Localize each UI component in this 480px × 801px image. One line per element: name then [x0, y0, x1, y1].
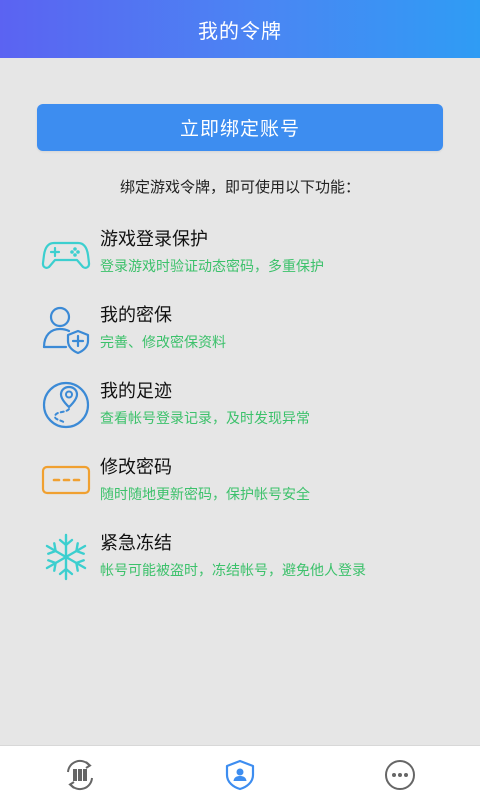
feature-item-my-security[interactable]: 我的密保 完善、修改密保资料: [36, 301, 456, 365]
bind-account-button[interactable]: 立即绑定账号: [37, 104, 443, 151]
page-title: 我的令牌: [198, 18, 282, 43]
header-bar: 我的令牌: [0, 0, 480, 58]
shield-user-icon: [225, 759, 255, 791]
features-intro: 绑定游戏令牌，即可使用以下功能：: [119, 178, 360, 196]
user-shield-icon: [42, 306, 90, 355]
feature-desc: 帐号可能被盗时，冻结帐号，避免他人登录: [100, 563, 366, 579]
feature-desc: 随时随地更新密码，保护帐号安全: [100, 487, 310, 503]
feature-desc: 完善、修改密保资料: [100, 335, 226, 351]
feature-item-change-password[interactable]: 修改密码 随时随地更新密码，保护帐号安全: [36, 453, 456, 517]
feature-desc: 登录游戏时验证动态密码，多重保护: [100, 259, 324, 275]
feature-title: 修改密码: [100, 457, 172, 478]
bottom-tab-bar: [0, 745, 480, 801]
password-field-icon: [41, 465, 91, 495]
card-exchange-icon: [67, 759, 93, 791]
feature-title: 紧急冻结: [100, 533, 172, 554]
feature-title: 我的足迹: [100, 381, 172, 402]
tab-more[interactable]: [383, 758, 417, 792]
location-pin-icon: [42, 381, 90, 429]
feature-item-game-login-protection[interactable]: 游戏登录保护 登录游戏时验证动态密码，多重保护: [36, 225, 456, 289]
gamepad-icon: [41, 241, 91, 269]
snowflake-icon: [45, 533, 87, 581]
more-dots-icon: [385, 760, 415, 790]
feature-title: 我的密保: [100, 305, 172, 326]
feature-item-emergency-freeze[interactable]: 紧急冻结 帐号可能被盗时，冻结帐号，避免他人登录: [36, 529, 456, 593]
feature-item-my-footprints[interactable]: 我的足迹 查看帐号登录记录，及时发现异常: [36, 377, 456, 441]
tab-my-token[interactable]: [223, 758, 257, 792]
feature-title: 游戏登录保护: [100, 229, 208, 250]
feature-desc: 查看帐号登录记录，及时发现异常: [100, 411, 310, 427]
tab-exchange[interactable]: [63, 758, 97, 792]
